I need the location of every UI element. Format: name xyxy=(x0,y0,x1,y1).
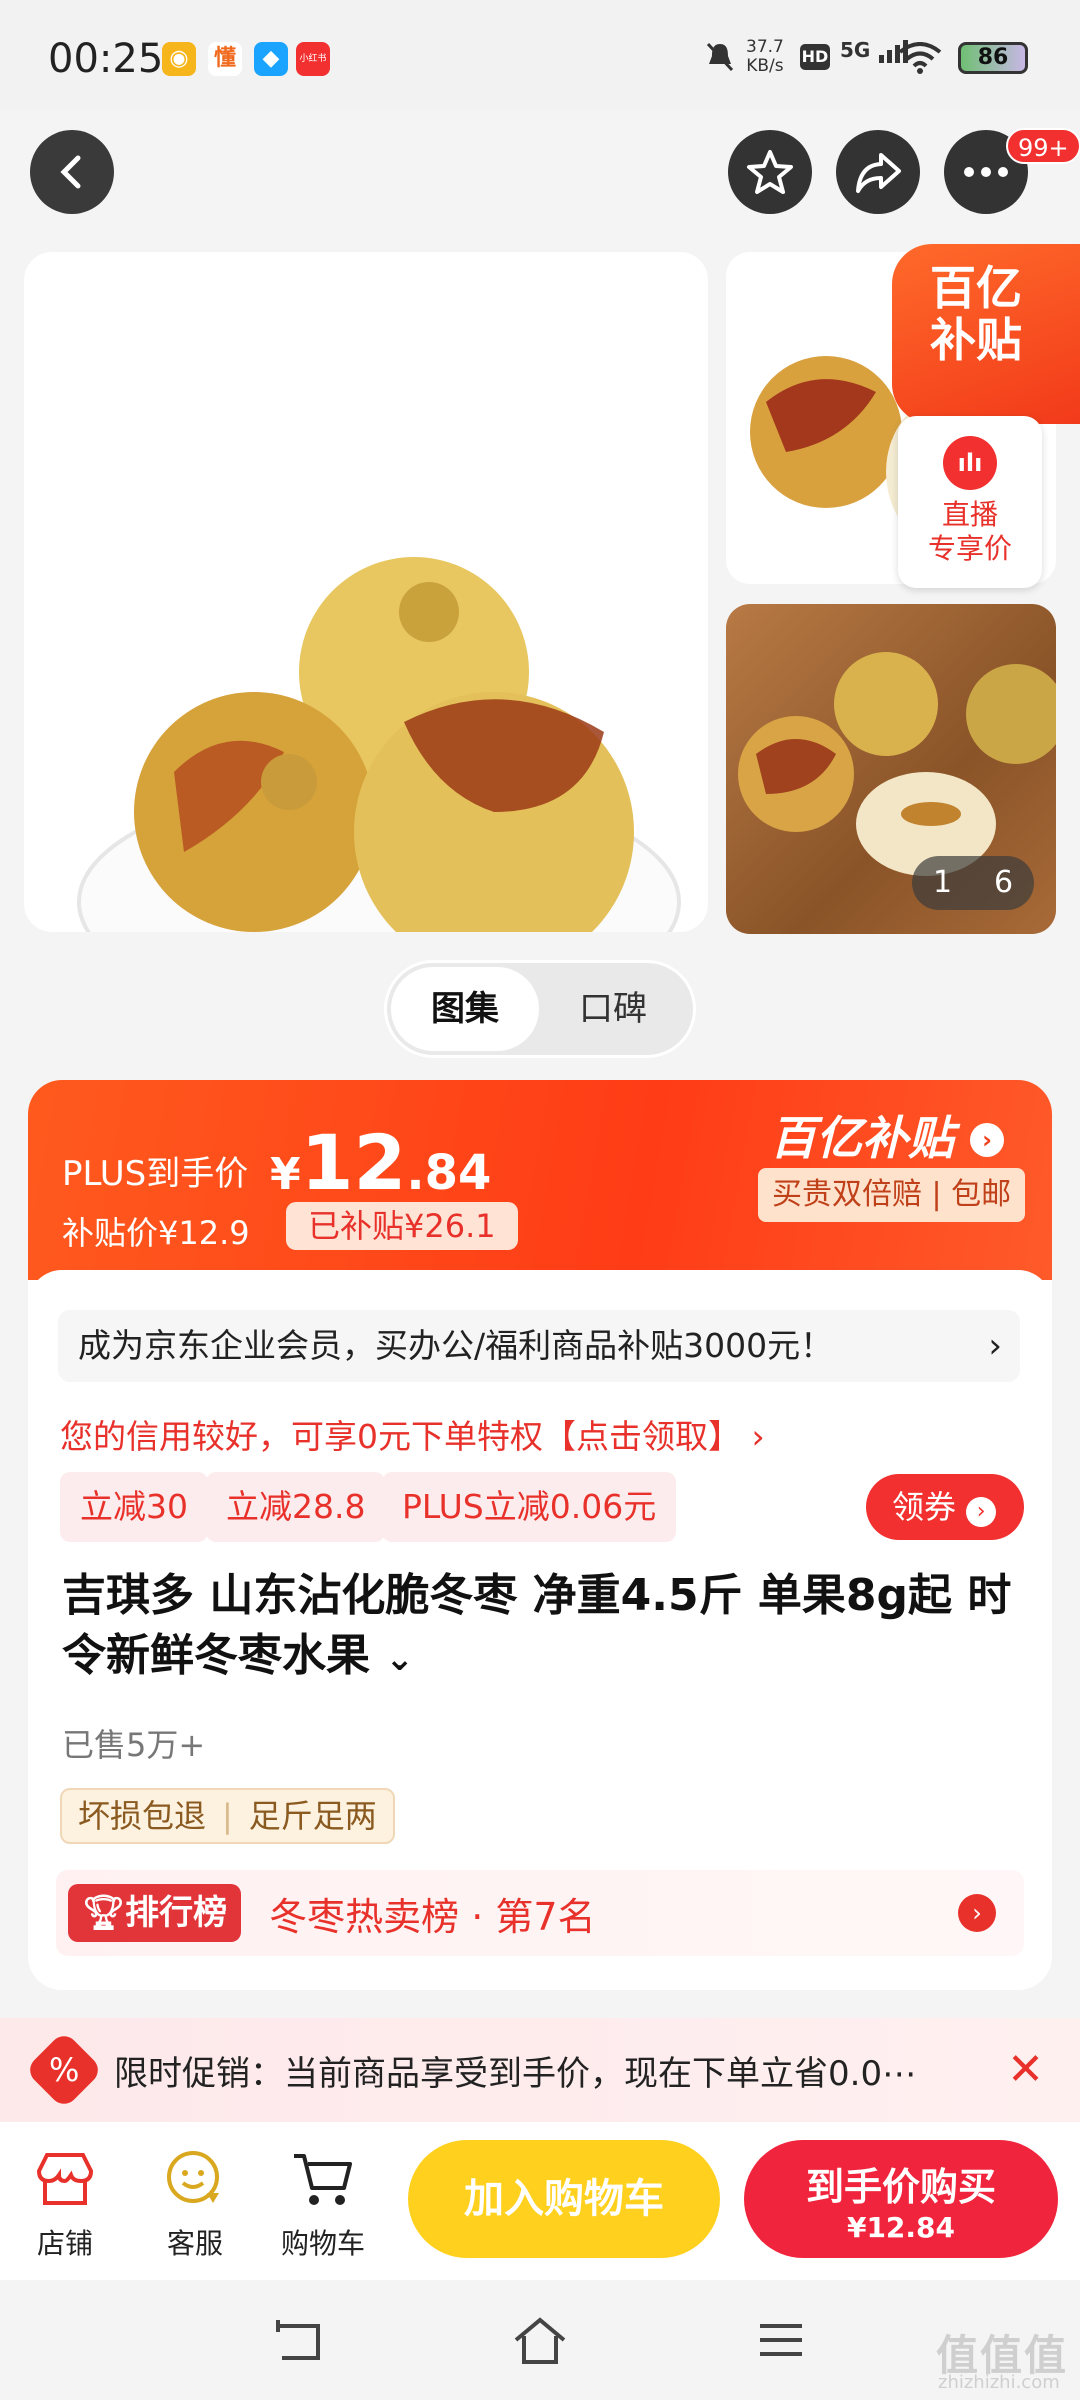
customer-service-button[interactable]: 客服 xyxy=(140,2144,250,2262)
subsidized-amount-tag: 已补贴¥26.1 xyxy=(286,1202,518,1250)
watermark-url: zhizhizhi.com xyxy=(938,2372,1060,2393)
chevron-left-icon xyxy=(60,155,81,189)
product-title[interactable]: 吉琪多 山东沾化脆冬枣 净重4.5斤 单果8g起 时令新鲜冬枣水果 ⌄ xyxy=(62,1566,1022,1689)
xiaohongshu-icon: 小红书 xyxy=(296,42,330,76)
guarantee-item: 坏损包退 xyxy=(78,1797,207,1835)
system-navigation xyxy=(0,2280,1080,2400)
favorite-button[interactable] xyxy=(728,130,812,214)
product-main-image[interactable] xyxy=(24,252,708,932)
chevron-right-icon: › xyxy=(751,1417,765,1456)
status-bar: 00:25 ◉ 懂 ◆ 小红书 37.7 KB/s HD 5G 86 xyxy=(0,0,1080,110)
get-coupon-button[interactable]: 领券 › xyxy=(866,1474,1024,1540)
back-button[interactable] xyxy=(30,130,114,214)
chevron-right-icon: › xyxy=(970,1123,1005,1157)
image-pager: 16 xyxy=(912,856,1034,910)
subsidy-price: 补贴价¥12.9 xyxy=(62,1214,250,1252)
promotion-text: 限时促销：当前商品享受到手价，现在下单立省0.0⋯ xyxy=(114,2053,917,2094)
hd-icon: HD xyxy=(800,44,830,70)
wifi-icon xyxy=(898,42,942,74)
live-label: 专享价 xyxy=(927,532,1012,565)
message-badge: 99+ xyxy=(1006,128,1080,164)
jujube-bowl-image xyxy=(77,557,681,932)
discount-icon: % xyxy=(24,2030,104,2110)
ranking-entry[interactable]: 🏆︎排行榜 冬枣热卖榜 · 第7名 › xyxy=(56,1870,1024,1956)
share-button[interactable] xyxy=(836,130,920,214)
live-icon: ılı xyxy=(943,436,997,490)
home-nav-icon[interactable] xyxy=(512,2316,568,2366)
add-to-cart-button[interactable]: 加入购物车 xyxy=(408,2140,720,2258)
trophy-icon: 🏆︎ xyxy=(82,1893,126,1933)
plus-price: ¥12.84 xyxy=(270,1118,492,1207)
share-icon xyxy=(856,153,901,193)
chevron-right-icon: › xyxy=(966,1497,997,1527)
gallery-tab-switch: 图集 口碑 xyxy=(384,960,696,1058)
coupon-tag: 立减28.8 xyxy=(206,1472,386,1542)
cart-icon xyxy=(294,2154,352,2205)
coupon-tag: PLUS立减0.06元 xyxy=(382,1472,677,1542)
price-banner: PLUS到手价 ¥12.84 补贴价¥12.9 已补贴¥26.1 百亿补贴 › … xyxy=(28,1080,1052,1280)
clock: 00:25 xyxy=(48,36,164,82)
credit-notice-link[interactable]: 您的信用较好，可享0元下单特权【点击领取】 › xyxy=(60,1410,765,1458)
enterprise-member-notice[interactable]: 成为京东企业会员，买办公/福利商品补贴3000元！ › xyxy=(58,1310,1020,1382)
shop-button[interactable]: 店铺 xyxy=(10,2144,120,2262)
more-icon xyxy=(964,167,1008,177)
tab-reviews[interactable]: 口碑 xyxy=(539,967,687,1051)
chevron-right-icon: › xyxy=(958,1894,996,1932)
plus-price-label: PLUS到手价 xyxy=(62,1154,249,1194)
close-icon[interactable]: ✕ xyxy=(1007,2044,1044,2095)
star-icon xyxy=(747,150,793,194)
guarantee-item: 足斤足两 xyxy=(248,1797,377,1835)
live-price-button[interactable]: ılı 直播 专享价 xyxy=(898,416,1042,588)
back-nav-icon[interactable] xyxy=(272,2318,324,2364)
network-speed: 37.7 KB/s xyxy=(746,37,784,76)
subsidy-corner-tag: 百亿补贴 xyxy=(892,244,1080,424)
buy-now-button[interactable]: 到手价购买 ¥12.84 xyxy=(744,2140,1058,2258)
chevron-down-icon: ⌄ xyxy=(385,1639,414,1679)
battery-icon: 86 xyxy=(958,42,1028,74)
product-info-card: PLUS到手价 ¥12.84 补贴价¥12.9 已补贴¥26.1 百亿补贴 › … xyxy=(28,1080,1052,1990)
ranking-text: 冬枣热卖榜 · 第7名 xyxy=(269,1894,596,1939)
menu-nav-icon[interactable] xyxy=(756,2320,806,2362)
live-label: 直播 xyxy=(941,498,998,531)
product-detail: 成为京东企业会员，买办公/福利商品补贴3000元！ › 您的信用较好，可享0元下单… xyxy=(28,1270,1052,1990)
subsidy-guarantee: 买贵双倍赔 | 包邮 xyxy=(758,1168,1026,1222)
coupon-tag: 立减30 xyxy=(60,1472,208,1542)
bottom-action-bar: 店铺 客服 购物车 加入购物车 到手价购买 ¥12.84 xyxy=(0,2122,1080,2280)
store-icon xyxy=(36,2153,94,2205)
app-notification-icon: 懂 xyxy=(208,42,242,76)
cart-button[interactable]: 购物车 xyxy=(268,2144,378,2262)
chevron-right-icon: › xyxy=(988,1326,1002,1366)
mute-icon xyxy=(706,42,734,72)
promotion-bar[interactable]: % 限时促销：当前商品享受到手价，现在下单立省0.0⋯ ✕ xyxy=(0,2018,1080,2122)
service-guarantees[interactable]: 坏损包退 | 足斤足两 xyxy=(60,1788,395,1844)
sold-count: 已售5万+ xyxy=(62,1726,206,1764)
qq-icon: ◆ xyxy=(254,42,288,76)
subsidy-brand-link[interactable]: 百亿补贴 › xyxy=(770,1102,1005,1168)
service-icon xyxy=(167,2151,219,2203)
ranking-badge: 🏆︎排行榜 xyxy=(68,1884,242,1942)
tab-album[interactable]: 图集 xyxy=(391,967,539,1051)
app-notification-icon: ◉ xyxy=(162,42,196,76)
